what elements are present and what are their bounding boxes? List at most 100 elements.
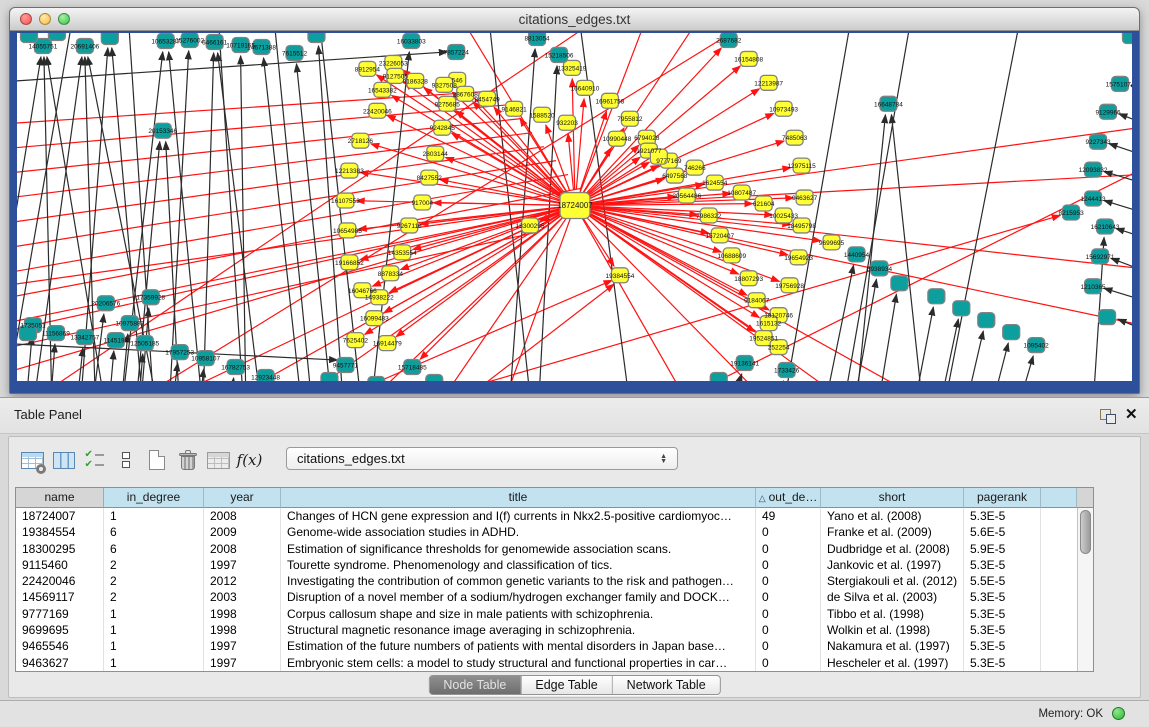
- graph-node-label: 1921077: [636, 148, 662, 155]
- graph-node-label: 1440954: [844, 252, 870, 259]
- column-header-short[interactable]: short: [821, 488, 964, 508]
- cell-pagerank: 5.3E-5: [964, 606, 1041, 622]
- graph-node-label: 6466161: [202, 39, 228, 46]
- graph-node[interactable]: [1123, 33, 1132, 43]
- cell-out_degree: 49: [756, 508, 821, 524]
- cell-short: de Silva et al. (2003): [821, 589, 964, 605]
- graph-node[interactable]: [321, 373, 338, 381]
- graph-node[interactable]: [978, 313, 995, 328]
- table-row[interactable]: 969969511998Structural magnetic resonanc…: [16, 622, 1093, 638]
- tab-edge-table[interactable]: Edge Table: [520, 676, 611, 694]
- graph-node[interactable]: [48, 33, 65, 40]
- cell-title: Investigating the contribution of common…: [281, 573, 756, 589]
- graph-node-label: 11156869: [42, 331, 70, 338]
- cell-out_degree: 0: [756, 524, 821, 540]
- graph-node[interactable]: [1003, 325, 1020, 340]
- graph-node-label: 14353554: [388, 250, 417, 257]
- tab-network-table[interactable]: Network Table: [612, 676, 720, 694]
- network-view-frame: 1872400789129542322605391275058186328546…: [10, 31, 1139, 393]
- graph-node-label: 17359928: [136, 295, 165, 302]
- citation-network-graph[interactable]: 1872400789129542322605391275058186328546…: [17, 33, 1132, 381]
- graph-node-label: 13325419: [558, 65, 587, 72]
- table-row[interactable]: 2242004622012Investigating the contribut…: [16, 573, 1093, 589]
- new-column-icon[interactable]: [141, 445, 172, 475]
- table-row[interactable]: 1830029562008Estimation of significance …: [16, 541, 1093, 557]
- column-header-pagerank[interactable]: pagerank: [964, 488, 1041, 508]
- table-header-row: name in_degree year title △out_de… short…: [16, 488, 1093, 508]
- column-header-year[interactable]: year: [204, 488, 281, 508]
- tab-node-table[interactable]: Node Table: [429, 676, 520, 694]
- close-panel-icon[interactable]: ✕: [1125, 405, 1138, 423]
- graph-node-label: 9227343: [1085, 139, 1111, 146]
- cell-name: 22420046: [16, 573, 104, 589]
- graph-node-label: 19166852: [335, 260, 364, 267]
- table-mode-icon[interactable]: [17, 445, 48, 475]
- column-header-out-degree[interactable]: △out_de…: [756, 488, 821, 508]
- graph-node-label: 17957253: [165, 350, 194, 357]
- graph-node-label: 18300295: [516, 223, 545, 230]
- cell-pagerank: 5.3E-5: [964, 622, 1041, 638]
- graph-edge: [575, 173, 1132, 206]
- graph-node[interactable]: [710, 373, 727, 381]
- float-panel-icon[interactable]: [1100, 409, 1116, 424]
- network-canvas[interactable]: 1872400789129542322605391275058186328546…: [17, 33, 1132, 381]
- column-header-name[interactable]: name: [16, 488, 104, 508]
- gear-icon: [36, 464, 46, 474]
- graph-node-label: 16033803: [397, 38, 426, 45]
- graph-edge: [776, 33, 856, 381]
- graph-node[interactable]: [1099, 310, 1116, 325]
- cell-in_degree: 1: [104, 508, 204, 524]
- window-titlebar[interactable]: citations_edges.txt: [10, 8, 1139, 31]
- function-builder-icon[interactable]: f(x): [234, 445, 265, 475]
- graph-node[interactable]: [308, 33, 325, 42]
- table-selector-dropdown[interactable]: citations_edges.txt ▲▼: [286, 447, 678, 470]
- graph-node[interactable]: [953, 301, 970, 316]
- graph-node-label: 16107553: [331, 198, 360, 205]
- zoom-window-icon[interactable]: [58, 13, 70, 25]
- graph-node[interactable]: [928, 289, 945, 304]
- column-header-title[interactable]: title: [281, 488, 756, 508]
- graph-node-label: 9242845: [430, 125, 456, 132]
- scrollbar-thumb[interactable]: [1080, 510, 1091, 554]
- table-row[interactable]: 1456911722003Disruption of a novel membe…: [16, 589, 1093, 605]
- minimize-window-icon[interactable]: [39, 13, 51, 25]
- column-header-in-degree[interactable]: in_degree: [104, 488, 204, 508]
- graph-node[interactable]: [101, 33, 118, 44]
- cell-title: Changes of HCN gene expression and I(f) …: [281, 508, 756, 524]
- cell-pagerank: 5.3E-5: [964, 589, 1041, 605]
- graph-node-label: 18807293: [734, 276, 763, 283]
- graph-node-label: 19384554: [606, 273, 635, 280]
- graph-node-label: 18724007: [557, 201, 593, 210]
- cell-short: Hescheler et al. (1997): [821, 655, 964, 671]
- graph-edge: [576, 99, 584, 190]
- memory-status-label: Memory: OK: [1038, 708, 1103, 720]
- graph-node-label: 16961758: [596, 98, 625, 105]
- graph-node[interactable]: [368, 377, 385, 381]
- table-row[interactable]: 1938455462009Genome-wide association stu…: [16, 524, 1093, 540]
- graph-node[interactable]: [426, 375, 443, 381]
- graph-node-label: 6794028: [634, 135, 660, 142]
- table-vertical-scrollbar[interactable]: [1077, 508, 1093, 671]
- graph-node[interactable]: [20, 33, 37, 42]
- table-row[interactable]: 1872400712008Changes of HCN gene express…: [16, 508, 1093, 524]
- table-row[interactable]: 946362711997Embryonic stem cells: a mode…: [16, 655, 1093, 671]
- table-row[interactable]: 977716911998Corpus callosum shape and si…: [16, 606, 1093, 622]
- graph-node-label: 16210643: [1091, 224, 1120, 231]
- table-selector-value: citations_edges.txt: [297, 451, 405, 466]
- graph-node-label: 1735051: [20, 323, 46, 330]
- graph-edge: [1109, 144, 1132, 166]
- show-columns-icon[interactable]: [48, 445, 79, 475]
- window-title: citations_edges.txt: [10, 8, 1139, 31]
- select-columns-icon[interactable]: ✔ ✔: [79, 445, 110, 475]
- row-height-icon[interactable]: [110, 445, 141, 475]
- table-panel-header: Table Panel ✕: [0, 397, 1149, 434]
- graph-node-label: 12093832: [1079, 167, 1108, 174]
- close-window-icon[interactable]: [20, 13, 32, 25]
- table-row[interactable]: 911546021997Tourette syndrome. Phenomeno…: [16, 557, 1093, 573]
- graph-node[interactable]: [891, 276, 908, 291]
- graph-node-label: 12213383: [335, 168, 364, 175]
- graph-node-label: 9463627: [792, 195, 818, 202]
- table-row[interactable]: 946554611997Estimation of the future num…: [16, 638, 1093, 654]
- delete-column-icon[interactable]: [172, 445, 203, 475]
- graph-edge: [272, 33, 317, 381]
